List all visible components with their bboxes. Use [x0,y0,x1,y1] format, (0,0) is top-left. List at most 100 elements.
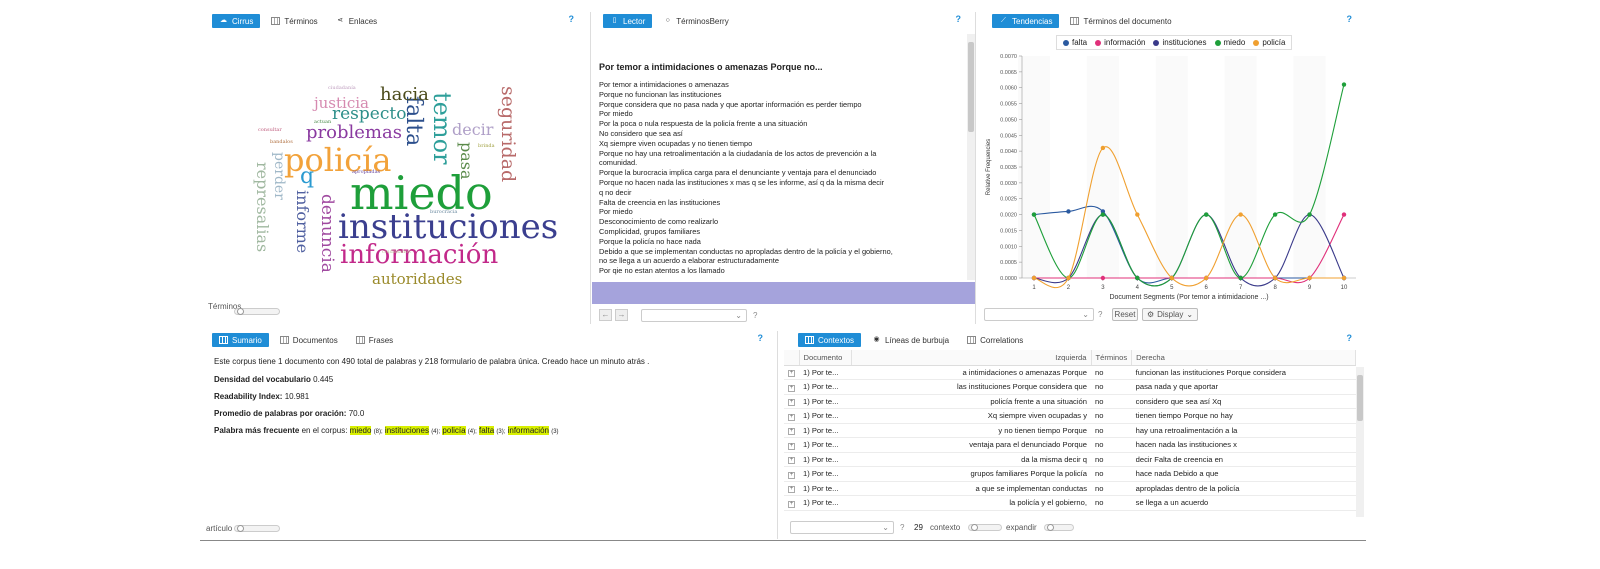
tab-tendencias[interactable]: ⟋ Tendencias [992,14,1060,28]
term-select[interactable]: ⌄ [984,308,1094,321]
cloud-word[interactable]: bandalos [270,140,293,145]
nav-forward-button[interactable]: → [615,309,628,321]
expand-cell[interactable]: + [784,437,799,453]
table-row[interactable]: +1) Por te... y no tienen tiempo Porque no… [784,423,1356,438]
legend-item[interactable]: información [1095,38,1145,47]
help-icon[interactable]: ? [900,523,904,532]
tab-contextos[interactable]: Contextos [798,333,862,347]
expand-row-icon[interactable]: + [788,500,795,508]
expand-row-icon[interactable]: + [788,384,795,392]
legend-item[interactable]: policía [1253,38,1285,47]
frequent-word-link[interactable]: policía [442,426,466,435]
cloud-word[interactable]: q [300,166,314,188]
slider-knob[interactable] [1047,524,1054,531]
tab-terminos[interactable]: Términos [264,14,324,28]
tab-lector[interactable]: ▯ Lector [603,14,653,28]
expand-cell[interactable]: + [784,495,799,511]
expand-cell[interactable]: + [784,408,799,424]
cloud-word[interactable]: seguridad [497,86,519,182]
help-icon[interactable]: ? [956,14,962,24]
expand-slider[interactable] [1044,524,1074,531]
column-header[interactable]: Derecha [1131,350,1356,366]
expand-row-icon[interactable]: + [788,370,795,378]
slider-knob[interactable] [237,525,244,532]
contexts-scrollbar[interactable] [1356,367,1364,517]
cloud-word[interactable]: ciudadanos [382,250,411,255]
cloud-word[interactable]: problemas [306,124,402,142]
frequent-word-link[interactable]: instituciones [384,426,429,435]
tab-cirrus[interactable]: ☁ Cirrus [212,14,261,28]
tab-frases[interactable]: Frases [349,333,400,347]
slider-knob[interactable] [971,524,978,531]
table-row[interactable]: +1) Por te... a intimidaciones o amenazas… [784,365,1356,380]
cloud-word[interactable]: autoridades [372,272,462,287]
column-header[interactable]: Izquierda [851,350,1092,366]
cloud-word[interactable]: perder [271,152,287,200]
frequent-word-link[interactable]: falta [479,426,495,435]
document-segment-bar[interactable] [592,282,975,304]
help-icon[interactable]: ? [758,333,764,343]
expand-row-icon[interactable]: + [788,442,795,450]
help-icon[interactable]: ? [1098,310,1102,319]
document-select[interactable]: ⌄ [641,309,747,322]
expand-cell[interactable]: + [784,379,799,395]
frequent-word-link[interactable]: miedo [349,426,372,435]
help-icon[interactable]: ? [1347,14,1353,24]
terms-slider[interactable] [234,308,280,315]
table-row[interactable]: +1) Por te... a que se implementan conduc… [784,481,1356,496]
expand-cell[interactable]: + [784,481,799,496]
expand-row-icon[interactable]: + [788,399,795,407]
column-header[interactable]: Documento [799,350,852,366]
tab-correlations[interactable]: Correlations [960,333,1030,347]
tab-documentos[interactable]: Documentos [273,333,345,347]
tab-sumario[interactable]: Sumario [212,333,269,347]
display-button[interactable]: ⚙ Display ⌄ [1142,308,1198,321]
help-icon[interactable]: ? [753,311,757,320]
slider-knob[interactable] [237,308,244,315]
expand-cell[interactable]: + [784,452,799,467]
cloud-word[interactable]: justicia [314,96,369,111]
table-row[interactable]: +1) Por te... policía frente a una situac… [784,394,1356,409]
cloud-word[interactable]: represalias [253,162,272,252]
legend-item[interactable]: miedo [1214,38,1245,47]
tab-terminos-documento[interactable]: Términos del documento [1063,14,1178,28]
reset-button[interactable]: Reset [1112,308,1138,321]
cloud-word[interactable]: pasa [457,142,476,180]
cloud-word[interactable]: burocracia [430,210,457,215]
tab-terminosberry[interactable]: ○ TérminosBerry [656,14,735,28]
reader-scrollbar[interactable] [967,34,975,280]
cloud-word[interactable]: informe [293,190,312,253]
article-slider[interactable] [234,525,280,532]
cloud-word[interactable]: información [340,242,498,268]
expand-row-icon[interactable]: + [788,471,795,479]
frequent-word-link[interactable]: información [507,426,549,435]
help-icon[interactable]: ? [1347,333,1353,343]
table-row[interactable]: +1) Por te... grupos familiares Porque la… [784,466,1356,482]
cloud-word[interactable]: denuncia [317,194,337,273]
tab-enlaces[interactable]: ⋖ Enlaces [329,14,384,28]
cloud-word[interactable]: instituciones [338,210,558,244]
cloud-word[interactable]: decir [452,122,493,138]
help-icon[interactable]: ? [569,14,575,24]
cloud-word[interactable]: ciudadanía [328,86,356,91]
tab-lineas-burbuja[interactable]: ◉ Líneas de burbuja [865,333,956,347]
scroll-thumb[interactable] [1357,375,1363,421]
table-row[interactable]: +1) Por te... las instituciones Porque co… [784,379,1356,395]
expand-cell[interactable]: + [784,394,799,409]
expand-row-icon[interactable]: + [788,457,795,465]
legend-item[interactable]: falta [1063,38,1087,47]
legend-item[interactable]: instituciones [1153,38,1207,47]
nav-back-button[interactable]: ← [599,309,612,321]
cloud-word[interactable]: temor [428,92,456,165]
expand-row-icon[interactable]: + [788,428,795,436]
context-term-select[interactable]: ⌄ [790,521,894,534]
expand-cell[interactable]: + [784,365,799,380]
expand-cell[interactable]: + [784,466,799,482]
cloud-word[interactable]: actuan [314,120,331,125]
table-row[interactable]: +1) Por te... Xq siempre viven ocupadas y… [784,408,1356,424]
context-slider[interactable] [968,524,1002,531]
scroll-thumb[interactable] [968,42,974,132]
expand-cell[interactable]: + [784,423,799,438]
cloud-word[interactable]: brinda [478,144,495,149]
expand-row-icon[interactable]: + [788,413,795,421]
